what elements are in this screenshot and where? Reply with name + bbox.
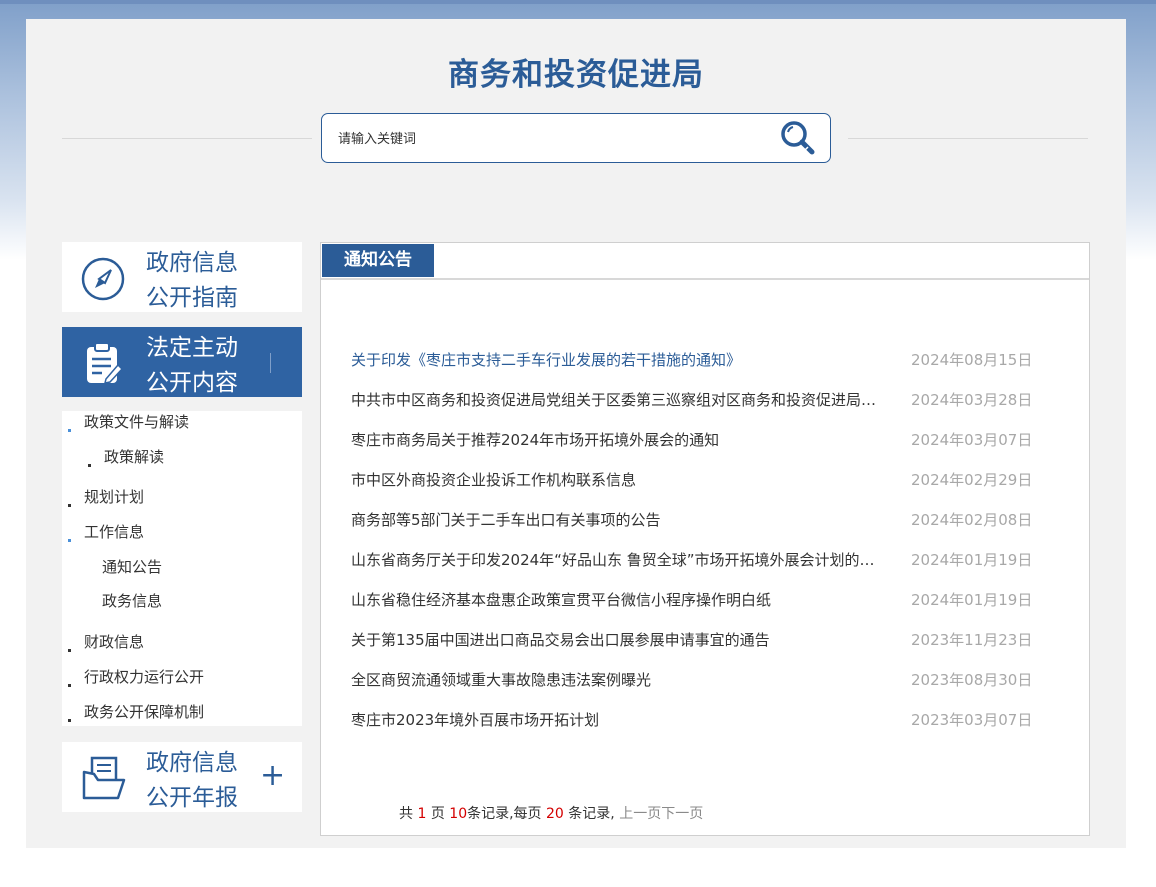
tree-item-notices[interactable]: 通知公告 (102, 556, 162, 577)
top-stripe (0, 0, 1156, 4)
divider-right (848, 138, 1088, 139)
notice-title[interactable]: 山东省稳住经济基本盘惠企政策宣贯平台微信小程序操作明白纸 (351, 585, 886, 615)
tree-bullet (68, 429, 71, 432)
list-item: 关于印发《枣庄市支持二手车行业发展的若干措施的通知》 2024年08月15日 (351, 345, 1051, 375)
list-item: 山东省稳住经济基本盘惠企政策宣贯平台微信小程序操作明白纸 2024年01月19日 (351, 585, 1051, 615)
clipboard-edit-icon (87, 342, 124, 384)
tree-item-policy-interpretation[interactable]: 政策解读 (104, 446, 164, 467)
guide-card-line2: 公开指南 (146, 285, 238, 311)
content-tree: 政策文件与解读 政策解读 规划计划 工作信息 通知公告 政务信息 财政信息 行政… (62, 411, 302, 726)
notice-date: 2023年08月30日 (911, 671, 1033, 689)
tree-bullet (68, 504, 71, 507)
notice-title[interactable]: 枣庄市商务局关于推荐2024年市场开拓境外展会的通知 (351, 425, 886, 455)
pager-records-suffix: 条记录,每页 (467, 806, 542, 822)
guide-card-line1: 政府信息 (146, 250, 238, 276)
compass-icon (81, 257, 125, 301)
notice-date: 2024年02月08日 (911, 511, 1033, 529)
tree-bullet (68, 684, 71, 687)
annual-report-line1: 政府信息 (146, 750, 238, 776)
panel-header: 通知公告 (321, 243, 1089, 280)
notice-title[interactable]: 商务部等5部门关于二手车出口有关事项的公告 (351, 505, 886, 535)
tree-bullet (88, 464, 91, 467)
search-input[interactable] (336, 126, 760, 152)
notice-date: 2024年03月07日 (911, 431, 1033, 449)
next-page-link[interactable]: 下一页 (661, 806, 703, 822)
notice-title[interactable]: 关于第135届中国进出口商品交易会出口展参展申请事宜的通告 (351, 625, 886, 655)
notice-title[interactable]: 市中区外商投资企业投诉工作机构联系信息 (351, 465, 886, 495)
list-item: 市中区外商投资企业投诉工作机构联系信息 2024年02月29日 (351, 465, 1051, 495)
pager-per-page: 20 (546, 806, 564, 822)
content-card-line2: 公开内容 (146, 370, 238, 396)
notice-title[interactable]: 关于印发《枣庄市支持二手车行业发展的若干措施的通知》 (351, 345, 886, 375)
tree-item-work-info[interactable]: 工作信息 (84, 521, 144, 542)
folder-document-icon (82, 756, 126, 800)
search-button[interactable] (778, 119, 818, 157)
notice-title[interactable]: 中共市中区商务和投资促进局党组关于区委第三巡察组对区商务和投资促进局巡察反馈意见… (351, 385, 886, 415)
guide-card-label: 政府信息 公开指南 (146, 246, 238, 316)
card-divider (270, 353, 271, 373)
magnifier-icon (781, 121, 815, 155)
notice-title[interactable]: 枣庄市2023年境外百展市场开拓计划 (351, 705, 886, 735)
list-item: 全区商贸流通领域重大事故隐患违法案例曝光 2023年08月30日 (351, 665, 1051, 695)
tree-item-admin-power[interactable]: 行政权力运行公开 (84, 666, 204, 687)
notice-title[interactable]: 山东省商务厅关于印发2024年“好品山东 鲁贸全球”市场开拓境外展会计划的通知 (351, 545, 886, 575)
expand-plus-icon[interactable]: + (260, 758, 285, 793)
tree-item-policy-docs[interactable]: 政策文件与解读 (84, 411, 189, 432)
tree-item-safeguard[interactable]: 政务公开保障机制 (84, 701, 204, 722)
pager-total-prefix: 共 (399, 806, 413, 822)
annual-report-label: 政府信息 公开年报 (146, 746, 238, 816)
notice-date: 2024年03月28日 (911, 391, 1033, 409)
list-item: 商务部等5部门关于二手车出口有关事项的公告 2024年02月08日 (351, 505, 1051, 535)
list-item: 枣庄市商务局关于推荐2024年市场开拓境外展会的通知 2024年03月07日 (351, 425, 1051, 455)
tree-item-finance[interactable]: 财政信息 (84, 631, 144, 652)
tree-item-planning[interactable]: 规划计划 (84, 486, 144, 507)
tree-bullet (68, 539, 71, 542)
tree-item-government-affairs[interactable]: 政务信息 (102, 590, 162, 611)
search-box (321, 113, 831, 163)
tree-bullet (68, 719, 71, 722)
page-frame: 商务和投资促进局 政府信息 公开指南 (26, 19, 1126, 848)
content-card-line1: 法定主动 (146, 335, 238, 361)
annual-report-line2: 公开年报 (146, 785, 238, 811)
site-title: 商务和投资促进局 (448, 57, 704, 93)
pager-record-count: 10 (449, 806, 468, 822)
notice-date: 2024年01月19日 (911, 551, 1033, 569)
notice-date: 2024年02月29日 (911, 471, 1033, 489)
divider-left (62, 138, 312, 139)
pagination: 共 1 页 10条记录,每页 20 条记录, 上一页下一页 (399, 803, 703, 823)
content-card[interactable]: 法定主动 公开内容 (62, 327, 302, 397)
list-item: 山东省商务厅关于印发2024年“好品山东 鲁贸全球”市场开拓境外展会计划的通知 … (351, 545, 1051, 575)
tab-notices[interactable]: 通知公告 (322, 244, 434, 277)
list-item: 关于第135届中国进出口商品交易会出口展参展申请事宜的通告 2023年11月23… (351, 625, 1051, 655)
pager-page-count: 1 (417, 806, 427, 822)
notice-panel: 通知公告 关于印发《枣庄市支持二手车行业发展的若干措施的通知》 2024年08月… (320, 242, 1090, 836)
notice-date: 2024年01月19日 (911, 591, 1033, 609)
notice-title[interactable]: 全区商贸流通领域重大事故隐患违法案例曝光 (351, 665, 886, 695)
content-card-label: 法定主动 公开内容 (146, 331, 238, 401)
annual-report-card[interactable]: 政府信息 公开年报 + (62, 742, 302, 812)
notice-date: 2024年08月15日 (911, 351, 1033, 369)
guide-card[interactable]: 政府信息 公开指南 (62, 242, 302, 312)
list-item: 中共市中区商务和投资促进局党组关于区委第三巡察组对区商务和投资促进局巡察反馈意见… (351, 385, 1051, 415)
pager-per-page-suffix: 条记录, (568, 806, 615, 822)
notice-date: 2023年11月23日 (911, 631, 1033, 649)
prev-page-link[interactable]: 上一页 (619, 806, 661, 822)
notice-date: 2023年03月07日 (911, 711, 1033, 729)
pager-pages-suffix: 页 (430, 806, 445, 822)
list-item: 枣庄市2023年境外百展市场开拓计划 2023年03月07日 (351, 705, 1051, 735)
tree-bullet (68, 649, 71, 652)
